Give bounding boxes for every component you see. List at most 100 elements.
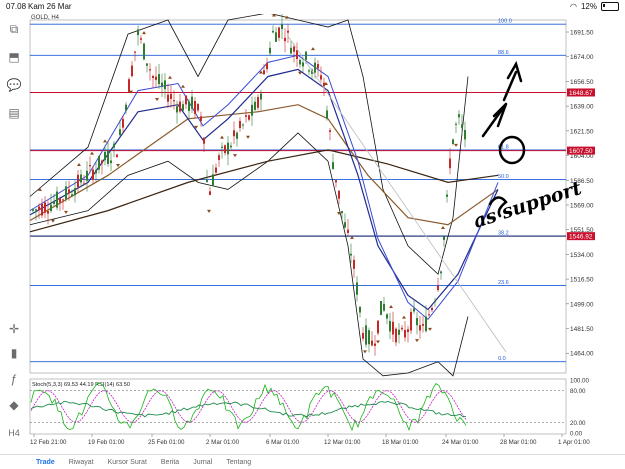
candle-body — [245, 115, 247, 117]
candle-body — [92, 169, 94, 181]
time-label: 1 Apr 01:00 — [558, 439, 590, 446]
candle-body — [113, 143, 115, 148]
candle-body — [440, 271, 442, 274]
battery-icon — [601, 2, 619, 11]
candle-body — [185, 95, 187, 105]
time-label: 12 Mar 01:00 — [324, 439, 361, 446]
stoch-axis-label: 20.00 — [570, 420, 586, 427]
candle-body — [371, 340, 373, 346]
candle-body — [215, 167, 217, 173]
profile-icon[interactable]: ⬒ — [4, 48, 24, 66]
candle-body — [281, 24, 283, 30]
candle-body — [182, 104, 184, 111]
candle-body — [98, 155, 100, 170]
candle-body — [101, 160, 103, 164]
candle-body — [179, 101, 181, 112]
candle-body — [407, 329, 409, 333]
function-icon[interactable]: ƒ — [4, 370, 24, 388]
candle-body — [299, 59, 301, 65]
fib-level-label: 38.2 — [498, 231, 509, 237]
fib-level-label: 50.0 — [498, 174, 509, 180]
candle-body — [95, 169, 97, 174]
chart-area[interactable]: 100.0 88.6 61.8 50.0 38.2 23.6 0.0 1691.50 1674… — [28, 12, 625, 454]
candle-body — [83, 183, 85, 185]
candle-body — [434, 300, 436, 302]
candle-body — [437, 285, 439, 291]
timeframe-label[interactable]: H4 — [4, 424, 24, 442]
price-label: 1639.00 — [570, 104, 594, 111]
candle-body — [257, 97, 259, 108]
chat-icon[interactable]: 💬 — [4, 76, 24, 94]
price-tag-text: 1648.67 — [569, 90, 593, 97]
candle-body — [365, 325, 367, 345]
candle-body — [422, 324, 424, 326]
candle-body — [290, 47, 292, 54]
add-doc-icon[interactable]: ▤ — [4, 104, 24, 122]
candle-body — [350, 253, 352, 256]
candles-icon[interactable]: ▮ — [4, 344, 24, 362]
crosshair-icon[interactable]: ✛ — [4, 320, 24, 338]
candle-body — [356, 282, 358, 295]
candle-body — [80, 174, 82, 183]
tab-kursor-surat[interactable]: Kursor Surat — [108, 459, 147, 466]
candle-body — [374, 343, 376, 346]
tab-tentang[interactable]: Tentang — [226, 459, 251, 466]
price-label: 1569.00 — [570, 202, 594, 209]
tab-trade[interactable]: Trade — [36, 459, 55, 466]
time-label: 6 Mar 01:00 — [266, 439, 300, 446]
price-label: 1481.50 — [570, 326, 594, 333]
stoch-axis-label: 100.00 — [570, 378, 589, 385]
candle-body — [278, 27, 280, 38]
candle-body — [449, 158, 451, 169]
candle-body — [344, 222, 346, 228]
candle-body — [41, 203, 43, 216]
price-chart-svg: 100.088.661.850.038.223.60.0 1691.501674… — [28, 12, 625, 454]
candle-body — [404, 330, 406, 338]
candle-body — [167, 94, 169, 102]
candle-body — [269, 47, 271, 54]
candle-body — [143, 43, 145, 60]
candle-body — [119, 129, 121, 136]
candle-body — [287, 30, 289, 33]
candle-body — [425, 316, 427, 332]
candle-body — [89, 164, 91, 167]
candle-body — [158, 74, 160, 85]
candle-body — [413, 308, 415, 312]
candle-body — [455, 123, 457, 125]
candle-body — [164, 80, 166, 90]
candle-body — [383, 303, 385, 311]
candle-body — [209, 191, 211, 195]
candle-body — [68, 189, 70, 194]
fib-level-label: 0.0 — [498, 356, 506, 362]
candle-body — [263, 70, 265, 75]
tab-berita[interactable]: Berita — [161, 459, 179, 466]
candle-body — [317, 64, 319, 69]
candle-body — [194, 101, 196, 114]
candle-body — [389, 320, 391, 332]
candle-body — [116, 154, 118, 158]
candle-body — [446, 194, 448, 197]
symbol-label: GOLD, H4 — [31, 15, 60, 21]
price-label: 1621.50 — [570, 128, 594, 135]
candle-body — [458, 114, 460, 118]
objects-icon[interactable]: ◆ — [4, 396, 24, 414]
candle-body — [230, 145, 232, 148]
candle-body — [131, 65, 133, 77]
price-label: 1516.50 — [570, 277, 594, 284]
candle-body — [266, 63, 268, 70]
candle-body — [284, 37, 286, 42]
status-right: ◠ 12% — [570, 2, 619, 11]
candle-body — [227, 142, 229, 155]
candle-body — [218, 155, 220, 160]
price-label: 1656.50 — [570, 79, 594, 86]
candle-body — [170, 93, 172, 99]
candle-body — [188, 101, 190, 111]
tab-jurnal[interactable]: Jurnal — [193, 459, 212, 466]
candle-body — [461, 124, 463, 128]
tab-riwayat[interactable]: Riwayat — [69, 459, 94, 466]
pages-icon[interactable]: ⧉ — [4, 20, 24, 38]
battery-percent: 12% — [580, 2, 597, 11]
candle-body — [326, 110, 328, 119]
candle-body — [386, 314, 388, 319]
candle-body — [431, 307, 433, 311]
